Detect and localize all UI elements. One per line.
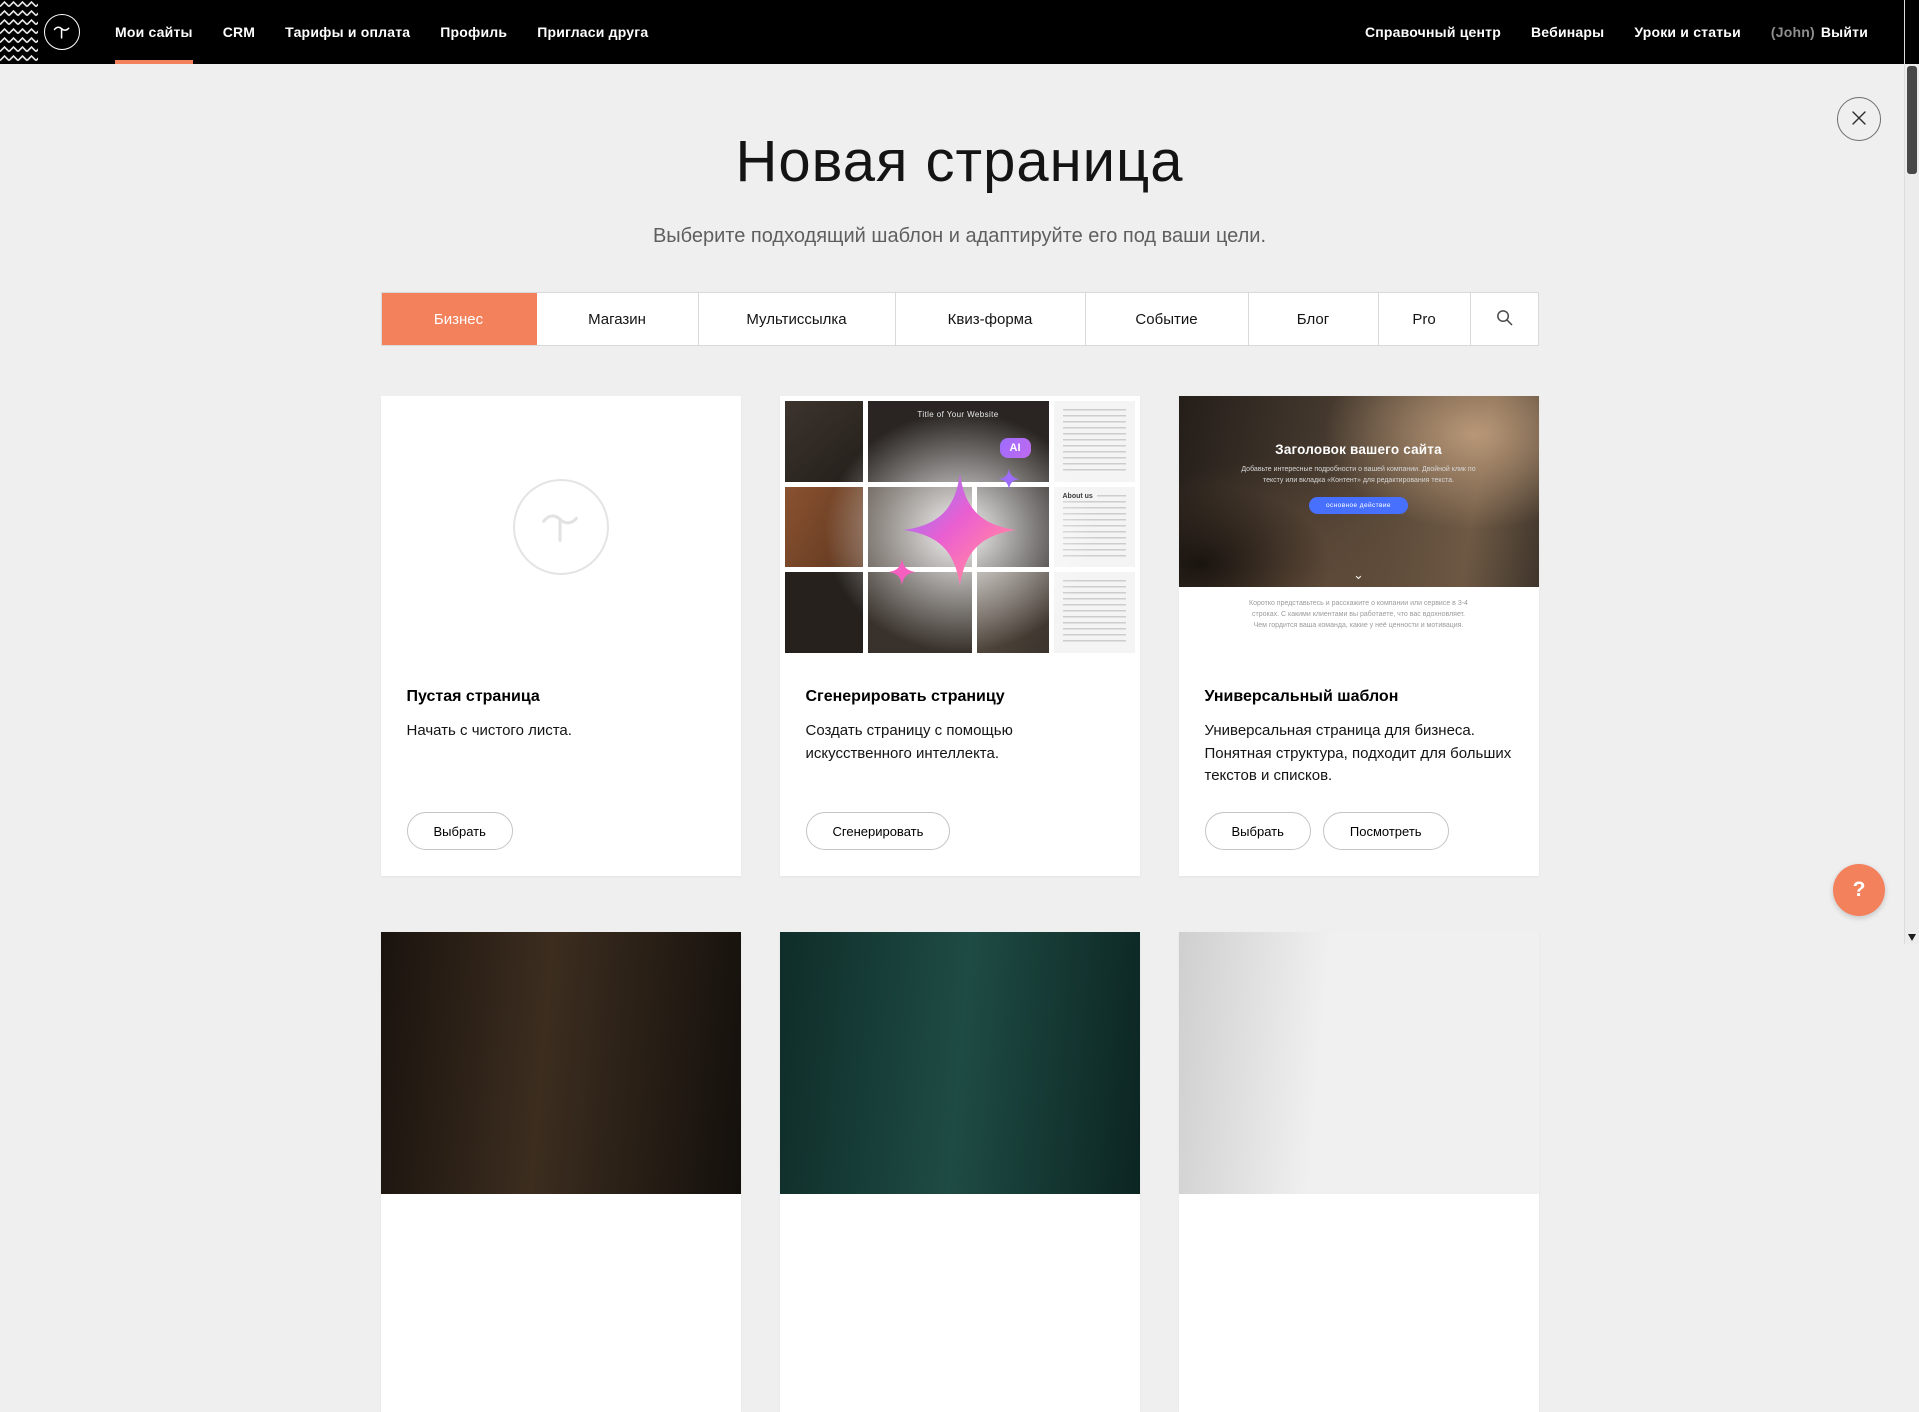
template-hero-title: Заголовок вашего сайта xyxy=(1179,442,1539,457)
secondary-nav: Справочный центр Вебинары Уроки и статьи… xyxy=(1350,0,1919,64)
chevron-down-icon: ⌄ xyxy=(1353,567,1364,583)
view-universal-button[interactable]: Посмотреть xyxy=(1323,812,1449,850)
tab-business[interactable]: Бизнес xyxy=(382,293,537,345)
tilda-watermark-icon xyxy=(513,479,609,575)
nav-help-center[interactable]: Справочный центр xyxy=(1350,0,1516,64)
nav-logout[interactable]: (John) Выйти xyxy=(1756,0,1883,64)
scrollbar[interactable] xyxy=(1904,0,1919,944)
page-title: Новая страница xyxy=(381,128,1539,195)
scrollbar-down-arrow-icon[interactable] xyxy=(1908,934,1916,941)
card-title: Универсальный шаблон xyxy=(1205,688,1513,706)
ai-generate-preview: Title of Your Website About us xyxy=(780,396,1140,658)
new-page-dialog: Новая страница Выберите подходящий шабло… xyxy=(381,0,1539,1412)
search-icon xyxy=(1495,308,1514,331)
tab-event[interactable]: Событие xyxy=(1086,293,1249,345)
card-title: Сгенерировать страницу xyxy=(806,688,1114,706)
nav-invite-friend[interactable]: Пригласи друга xyxy=(522,0,663,64)
card-title: Пустая страница xyxy=(407,688,715,706)
select-blank-button[interactable]: Выбрать xyxy=(407,812,513,850)
template-preview xyxy=(780,932,1140,1194)
card-footer: Выбрать Посмотреть xyxy=(1179,812,1539,876)
tab-quiz-form[interactable]: Квиз-форма xyxy=(896,293,1086,345)
card-body: Сгенерировать страницу Создать страницу … xyxy=(780,658,1140,765)
template-card-partial[interactable] xyxy=(1179,932,1539,1412)
card-body: Пустая страница Начать с чистого листа. xyxy=(381,658,741,743)
card-footer: Выбрать xyxy=(381,812,741,876)
zigzag-decoration-icon xyxy=(0,0,38,64)
scrollbar-top-segment xyxy=(1905,0,1919,64)
logout-label: Выйти xyxy=(1821,24,1868,40)
template-card-partial[interactable] xyxy=(780,932,1140,1412)
ai-small-star-icon xyxy=(998,468,1020,490)
scrollbar-thumb[interactable] xyxy=(1907,66,1917,174)
universal-template-preview: Заголовок вашего сайта Добавьте интересн… xyxy=(1179,396,1539,658)
select-universal-button[interactable]: Выбрать xyxy=(1205,812,1311,850)
card-footer: Сгенерировать xyxy=(780,812,1140,876)
tab-pro[interactable]: Pro xyxy=(1379,293,1471,345)
template-card-blank-page[interactable]: Пустая страница Начать с чистого листа. … xyxy=(381,396,741,876)
card-description: Начать с чистого листа. xyxy=(407,720,715,743)
help-button[interactable]: ? xyxy=(1833,864,1885,916)
top-navbar: Мои сайты CRM Тарифы и оплата Профиль Пр… xyxy=(0,0,1919,64)
tilda-logo[interactable] xyxy=(44,0,80,64)
close-button[interactable] xyxy=(1837,97,1881,141)
tab-shop[interactable]: Магазин xyxy=(537,293,699,345)
template-cta-button: основное действие xyxy=(1309,497,1408,514)
nav-lessons-articles[interactable]: Уроки и статьи xyxy=(1619,0,1756,64)
template-card-ai-generate[interactable]: Title of Your Website About us xyxy=(780,396,1140,876)
template-body-text: Коротко представьтесь и расскажите о ком… xyxy=(1245,599,1473,632)
card-description: Создать страницу с помощью искусственног… xyxy=(806,720,1114,765)
template-hero-subtext: Добавьте интересные подробности о вашей … xyxy=(1234,464,1484,486)
card-body: Универсальный шаблон Универсальная стран… xyxy=(1179,658,1539,788)
tilda-app: Мои сайты CRM Тарифы и оплата Профиль Пр… xyxy=(0,0,1919,1412)
template-grid: Пустая страница Начать с чистого листа. … xyxy=(381,396,1539,1412)
template-body-strip: Коротко представьтесь и расскажите о ком… xyxy=(1179,587,1539,658)
tab-blog[interactable]: Блог xyxy=(1249,293,1379,345)
nav-webinars[interactable]: Вебинары xyxy=(1516,0,1619,64)
close-icon xyxy=(1851,110,1867,129)
tab-search[interactable] xyxy=(1471,293,1538,345)
tilda-logo-icon xyxy=(44,14,80,50)
page-subtitle: Выберите подходящий шаблон и адаптируйте… xyxy=(381,225,1539,248)
ai-badge: AI xyxy=(1000,438,1031,458)
template-preview xyxy=(381,932,741,1194)
template-hero: Заголовок вашего сайта Добавьте интересн… xyxy=(1179,396,1539,587)
ai-small-star-icon xyxy=(888,558,916,586)
nav-crm[interactable]: CRM xyxy=(208,0,270,64)
main-nav: Мои сайты CRM Тарифы и оплата Профиль Пр… xyxy=(100,0,663,64)
generate-button[interactable]: Сгенерировать xyxy=(806,812,951,850)
nav-profile[interactable]: Профиль xyxy=(425,0,522,64)
template-card-universal[interactable]: Заголовок вашего сайта Добавьте интересн… xyxy=(1179,396,1539,876)
blank-page-preview xyxy=(381,396,741,658)
template-preview xyxy=(1179,932,1539,1194)
card-description: Универсальная страница для бизнеса. Поня… xyxy=(1205,720,1513,788)
collage-about-label: About us xyxy=(1063,493,1097,500)
nav-my-sites[interactable]: Мои сайты xyxy=(100,0,208,64)
category-tabs: Бизнес Магазин Мультиссылка Квиз-форма С… xyxy=(381,292,1539,346)
template-card-partial[interactable] xyxy=(381,932,741,1412)
user-name: (John) xyxy=(1771,24,1815,40)
tab-multilink[interactable]: Мультиссылка xyxy=(699,293,896,345)
nav-tariffs-payment[interactable]: Тарифы и оплата xyxy=(270,0,425,64)
